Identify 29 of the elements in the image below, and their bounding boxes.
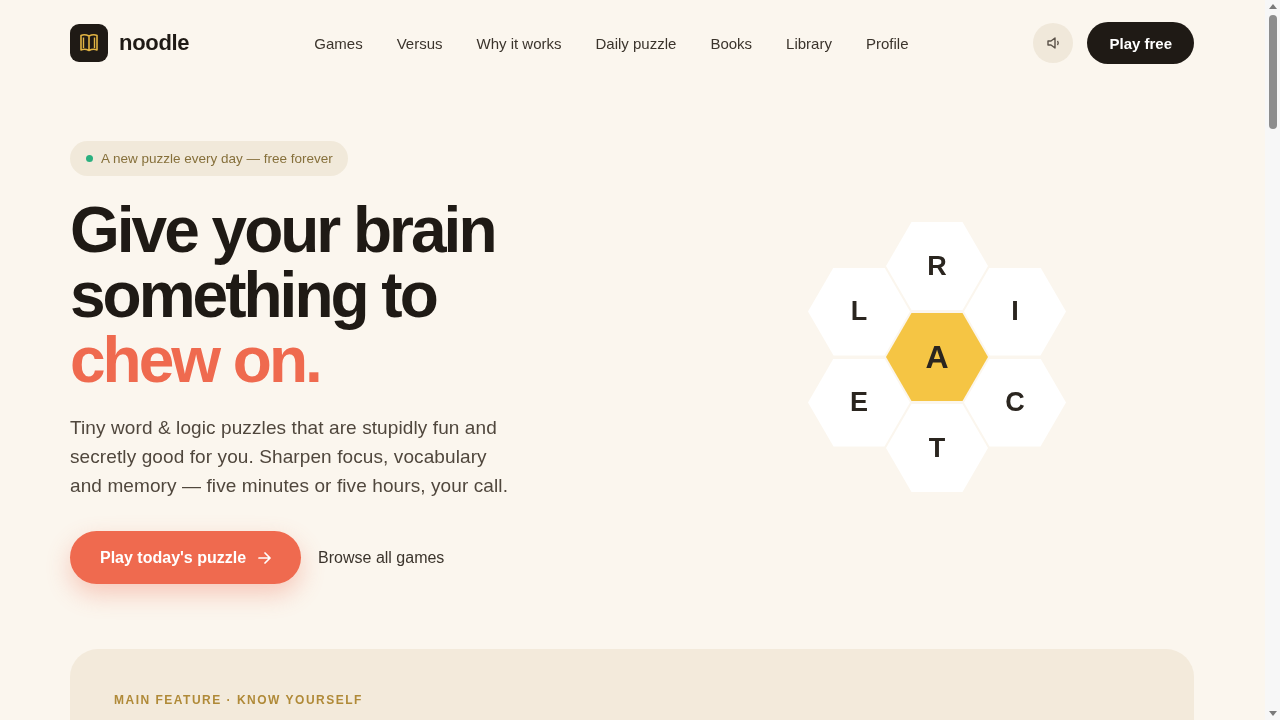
feature-eyebrow: MAIN FEATURE · KNOW YOURSELF bbox=[114, 693, 363, 707]
nav-link[interactable]: Games bbox=[314, 34, 363, 52]
speaker-icon bbox=[1046, 37, 1060, 49]
scroll-down-icon[interactable] bbox=[1268, 711, 1277, 716]
letter-tile[interactable]: T bbox=[886, 404, 988, 492]
letter-tile[interactable]: R bbox=[886, 222, 988, 310]
badge-text: A new puzzle every day — free forever bbox=[101, 151, 333, 166]
nav-link[interactable]: Profile bbox=[865, 34, 909, 52]
brand-name[interactable]: noodle bbox=[119, 30, 190, 56]
letter-tile[interactable]: L bbox=[808, 267, 910, 356]
hero-headline: Give your brain something to chew on. bbox=[70, 198, 496, 393]
letter-tile[interactable]: E bbox=[808, 358, 910, 447]
browse-games-link[interactable]: Browse all games bbox=[318, 548, 445, 567]
sound-button[interactable] bbox=[1033, 23, 1074, 63]
scroll-thumb[interactable] bbox=[1268, 15, 1277, 129]
arrow-right-icon bbox=[258, 551, 272, 564]
hero-description: Tiny word & logic puzzles that are stupidly fun and secretly good for you. Sharpen focus, vocabulary and memory — five minutes or five hours, your call. bbox=[70, 416, 510, 498]
book-icon bbox=[70, 24, 108, 62]
nav-link[interactable]: Books bbox=[710, 34, 753, 52]
letter-tile[interactable]: C bbox=[964, 358, 1066, 447]
scroll-up-icon[interactable] bbox=[1268, 4, 1277, 9]
status-dot-icon bbox=[86, 155, 93, 162]
scrollbar-track[interactable] bbox=[1265, 0, 1280, 720]
nav-link[interactable]: Versus bbox=[396, 34, 443, 52]
nav-link[interactable]: Library bbox=[786, 34, 832, 52]
letter-tile[interactable]: I bbox=[964, 267, 1066, 356]
nav-link[interactable]: Why it works bbox=[476, 34, 562, 52]
play-free-button[interactable]: Play free bbox=[1087, 22, 1194, 64]
nav-link[interactable]: Daily puzzle bbox=[595, 34, 677, 52]
